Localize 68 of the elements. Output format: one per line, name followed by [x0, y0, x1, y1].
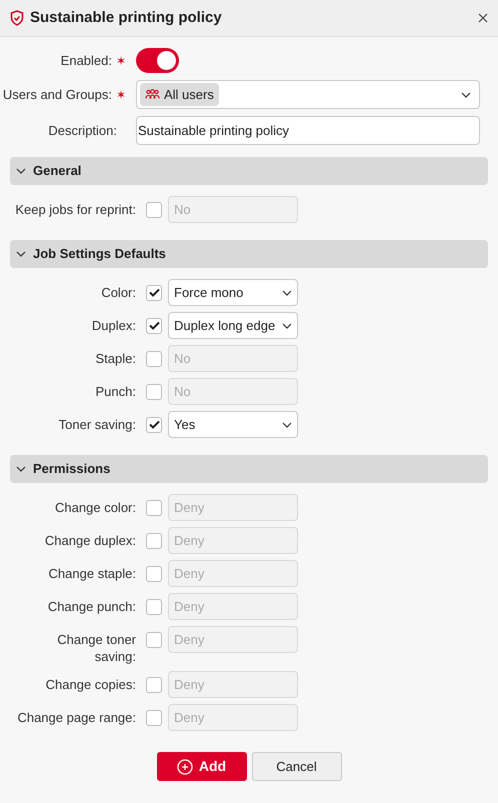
toggle-switch[interactable]: [136, 48, 179, 73]
disabled-field: No: [168, 196, 298, 223]
chevron-down-icon: [16, 466, 26, 472]
select-field[interactable]: Force mono: [168, 279, 298, 306]
checkbox[interactable]: [146, 350, 162, 366]
description-field[interactable]: Sustainable printing policy: [136, 116, 480, 145]
section-header[interactable]: Permissions: [10, 455, 488, 483]
chevron-down-icon: [282, 290, 292, 296]
section-header[interactable]: General: [10, 157, 488, 185]
checkbox[interactable]: [146, 676, 162, 692]
field-label: Change staple:: [48, 565, 136, 582]
chevron-down-icon: [16, 251, 26, 257]
select-field[interactable]: Duplex long edge: [168, 312, 298, 339]
checkbox[interactable]: [146, 202, 162, 218]
select-field[interactable]: Yes: [168, 411, 298, 438]
chevron-down-icon: [282, 422, 292, 428]
field-label: Staple:: [94, 350, 136, 367]
checkbox[interactable]: [146, 532, 162, 548]
disabled-field: Deny: [168, 527, 298, 554]
checkbox[interactable]: [146, 710, 162, 726]
field-label: Toner saving:: [58, 416, 136, 433]
chevron-down-icon: [16, 168, 26, 174]
required-mark: ✶: [116, 86, 126, 104]
disabled-field: Deny: [168, 671, 298, 698]
checkbox[interactable]: [146, 500, 162, 516]
disabled-field: Deny: [168, 560, 298, 587]
field-label: Users and Groups:: [2, 86, 112, 104]
group-icon: [145, 89, 160, 100]
check-icon: [148, 420, 160, 429]
plus-circle-icon: [176, 758, 193, 774]
shield-icon: [10, 10, 24, 26]
check-icon: [148, 321, 160, 330]
field-label: Punch:: [94, 383, 136, 400]
checkbox[interactable]: [146, 632, 162, 648]
disabled-field: No: [168, 378, 298, 405]
field-label: Color:: [100, 284, 136, 301]
checkbox[interactable]: [146, 318, 162, 334]
field-label: Change punch:: [46, 598, 136, 615]
field-label: Change copies:: [44, 676, 136, 693]
disabled-field: Deny: [168, 494, 298, 521]
field-label: Keep jobs for reprint:: [14, 201, 136, 218]
close-icon[interactable]: [478, 13, 488, 23]
check-icon: [148, 288, 160, 297]
add-button[interactable]: Add: [156, 752, 246, 781]
field-label: Duplex:: [90, 317, 136, 334]
field-label: Change color:: [54, 499, 136, 516]
user-tag: All users: [140, 83, 219, 106]
checkbox[interactable]: [146, 598, 162, 614]
disabled-field: Deny: [168, 593, 298, 620]
field-label: Enabled:: [60, 52, 112, 70]
checkbox[interactable]: [146, 284, 162, 300]
disabled-field: Deny: [168, 704, 298, 731]
window-title: Sustainable printing policy: [30, 8, 223, 28]
field-label: Change page range:: [16, 709, 136, 726]
section-header[interactable]: Job Settings Defaults: [10, 240, 488, 268]
disabled-field: No: [168, 345, 298, 372]
disabled-field: Deny: [168, 626, 298, 653]
field-label: Change duplex:: [44, 532, 136, 549]
checkbox[interactable]: [146, 384, 162, 400]
users-select[interactable]: All users: [136, 80, 480, 109]
cancel-button[interactable]: Cancel: [252, 752, 342, 781]
field-label: Description:: [47, 122, 118, 140]
chevron-down-icon: [461, 92, 471, 98]
checkbox[interactable]: [146, 566, 162, 582]
checkbox[interactable]: [146, 416, 162, 432]
required-mark: ✶: [116, 52, 126, 70]
field-label: Change toner saving:: [56, 631, 136, 665]
chevron-down-icon: [282, 322, 292, 328]
